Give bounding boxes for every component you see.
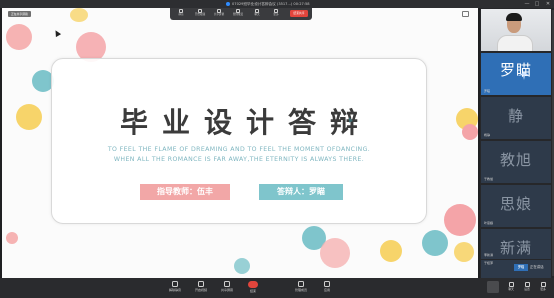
participant-name: 罗瞄 bbox=[484, 89, 491, 93]
participant-avatar-text: 思娘 bbox=[499, 195, 532, 213]
mouse-cursor-icon bbox=[52, 28, 62, 38]
chat-button[interactable]: 聊天 bbox=[248, 9, 266, 19]
participant-avatar-text: 罗瞄 bbox=[499, 61, 532, 79]
participants-sidebar: 罗瞄 罗瞄 静 杨静 教旭 于教旭 思娘 叶思娘 新满 李新满 于桂萍 罗瞄 正在… bbox=[480, 8, 554, 278]
decor-circle bbox=[320, 238, 350, 268]
sharing-tag: 正在共享屏幕 bbox=[8, 11, 31, 17]
unmute-button[interactable]: 解除静音 bbox=[164, 280, 186, 296]
decor-circle bbox=[462, 124, 478, 140]
slide-title: 毕业设计答辩 bbox=[119, 106, 372, 139]
video-toggle-button[interactable]: 开启视频 bbox=[190, 280, 212, 296]
meeting-logo-icon bbox=[226, 2, 230, 6]
advisor-badge: 指导教师：伍丰 bbox=[140, 184, 230, 200]
bottom-control-bar: 解除静音 开启视频 共享屏幕 结束 管理成员 应用 聊天 设置 更多 bbox=[0, 278, 554, 298]
shared-screen: 正在共享屏幕 毕业设计答辩 TO FEEL THE FLAME OF DREAM… bbox=[2, 8, 478, 278]
decor-circle bbox=[454, 242, 474, 262]
settings-button[interactable]: 设置 bbox=[520, 281, 534, 295]
maximize-button[interactable]: □ bbox=[532, 0, 542, 8]
members-button[interactable]: 管理成员 bbox=[229, 9, 247, 19]
participant-name: 叶思娘 bbox=[484, 221, 494, 225]
minimize-button[interactable]: — bbox=[522, 0, 532, 8]
share-screen-button[interactable]: 共享屏幕 bbox=[216, 280, 238, 296]
video-tile[interactable] bbox=[481, 9, 551, 51]
decor-circle bbox=[6, 24, 32, 50]
participant-name: 李新满 bbox=[484, 253, 494, 257]
gallery-view-icon[interactable] bbox=[487, 281, 499, 293]
slide-card: 毕业设计答辩 TO FEEL THE FLAME OF DREAMING AND… bbox=[51, 58, 427, 224]
video-button[interactable]: 开启视频 bbox=[191, 9, 209, 19]
participant-tile[interactable]: 罗瞄 罗瞄 bbox=[481, 53, 551, 95]
end-share-button[interactable]: 结束共享 bbox=[290, 10, 308, 17]
decor-circle bbox=[422, 230, 448, 256]
title-bar: 07029班毕业设计答辩会议 (3517...) 00:27:58 — □ ✕ bbox=[0, 0, 554, 8]
participant-name: 杨静 bbox=[484, 133, 491, 137]
restore-icon[interactable] bbox=[462, 11, 469, 17]
defender-badge: 答辩人：罗瞄 bbox=[259, 184, 343, 200]
share-button[interactable]: 共享屏幕 bbox=[210, 9, 228, 19]
slide-subtitle-line2: WHEN ALL THE ROMANCE IS FAR AWAY,THE ETE… bbox=[113, 156, 365, 163]
participant-name: 于桂萍 bbox=[484, 261, 494, 265]
decor-circle bbox=[70, 8, 88, 22]
floating-toolbar: 静音 开启视频 共享屏幕 管理成员 聊天 更多 结束共享 bbox=[170, 8, 312, 20]
decor-circle bbox=[16, 104, 42, 130]
bird-logo-icon bbox=[518, 72, 530, 80]
decor-circle bbox=[380, 240, 402, 262]
meeting-app: 07029班毕业设计答辩会议 (3517...) 00:27:58 — □ ✕ … bbox=[0, 0, 554, 298]
speaking-indicator: 罗瞄 正在讲话 bbox=[514, 263, 544, 271]
close-button[interactable]: ✕ bbox=[543, 0, 553, 8]
window-title: 07029班毕业设计答辩会议 (3517...) 00:27:58 bbox=[232, 2, 310, 6]
participant-tile[interactable]: 思娘 叶思娘 bbox=[481, 185, 551, 227]
hangup-button[interactable]: 结束 bbox=[242, 280, 264, 296]
manage-members-button[interactable]: 管理成员 bbox=[290, 280, 312, 296]
slide-subtitle-line1: TO FEEL THE FLAME OF DREAMING AND TO FEE… bbox=[107, 146, 371, 153]
more-button[interactable]: 更多 bbox=[267, 9, 285, 19]
more-options-button[interactable]: 更多 bbox=[536, 281, 550, 295]
participant-tile[interactable]: 教旭 于教旭 bbox=[481, 141, 551, 183]
person-hair bbox=[506, 13, 522, 21]
participant-tile[interactable]: 新满 李新满 bbox=[481, 229, 551, 259]
person-body bbox=[497, 35, 533, 51]
participant-avatar-text: 教旭 bbox=[499, 151, 532, 169]
hangup-icon bbox=[248, 281, 258, 288]
speaker-avatar: 罗瞄 bbox=[514, 263, 528, 271]
participant-avatar-text: 静 bbox=[507, 107, 524, 125]
decor-circle bbox=[444, 204, 476, 236]
chat-side-button[interactable]: 聊天 bbox=[504, 281, 518, 295]
apps-button[interactable]: 应用 bbox=[316, 280, 338, 296]
decor-circle bbox=[234, 258, 250, 274]
speaking-text: 正在讲话 bbox=[530, 265, 544, 269]
decor-circle bbox=[6, 232, 18, 244]
participant-name: 于教旭 bbox=[484, 177, 494, 181]
mute-button[interactable]: 静音 bbox=[172, 9, 190, 19]
participant-tile[interactable]: 静 杨静 bbox=[481, 97, 551, 139]
